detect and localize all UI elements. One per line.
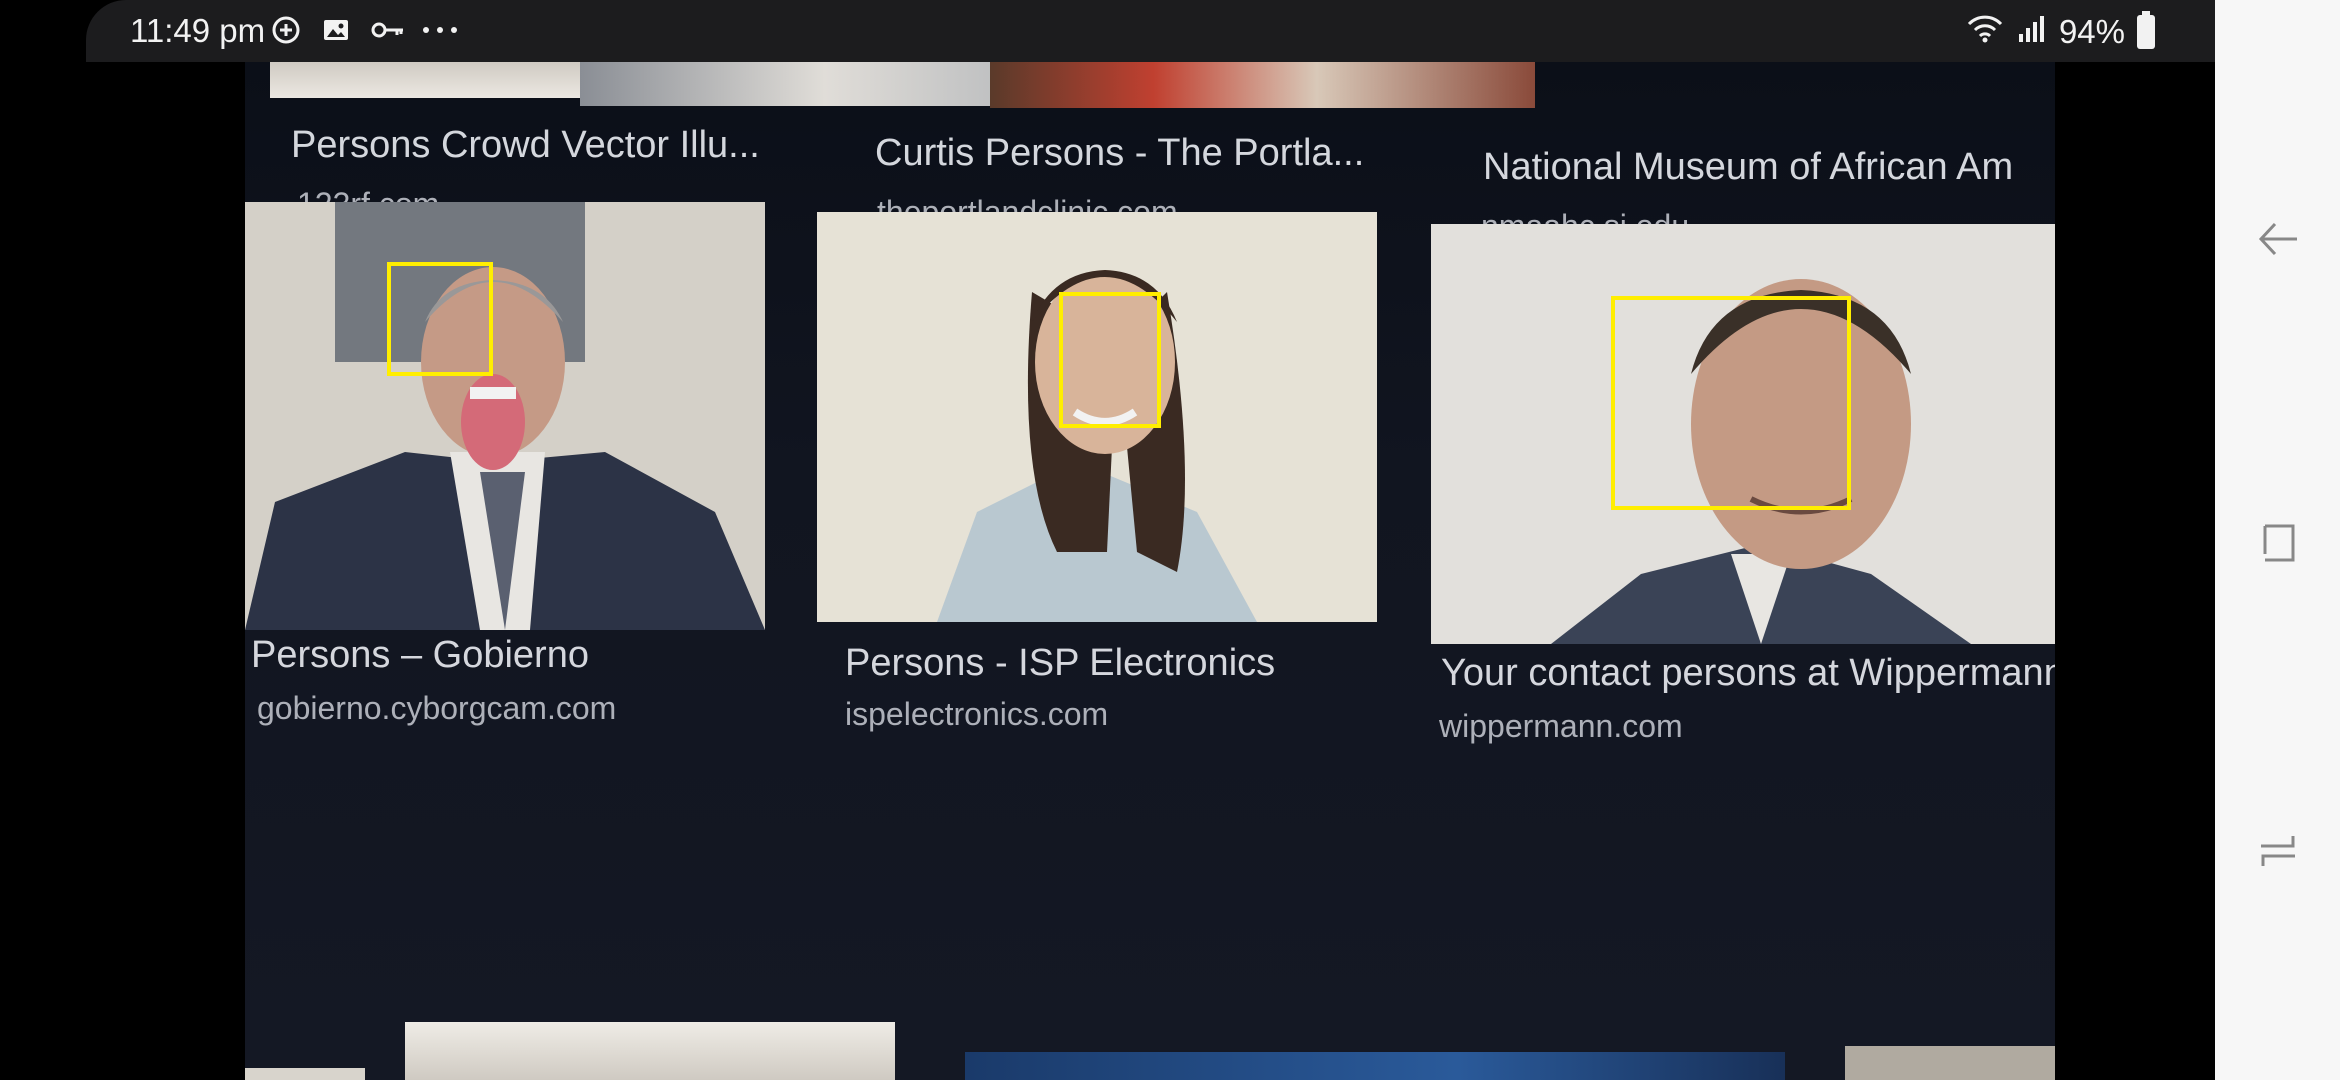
key-icon [370, 14, 403, 46]
man-photo-art [245, 202, 765, 630]
result-image-man-tongue[interactable] [245, 202, 765, 630]
face-detection-box [1611, 296, 1851, 510]
result-thumb-top-3[interactable] [990, 62, 1535, 108]
result-image-man-smiling[interactable] [1431, 224, 2055, 644]
result-title[interactable]: Your contact persons at Wippermann [1441, 652, 2055, 695]
result-title[interactable]: Persons – Gobierno [251, 634, 771, 677]
screen: 11:49 pm 94% Persons Crowd Vector Illu..… [0, 0, 2215, 1080]
result-title[interactable]: Persons Crowd Vector Illu... [291, 124, 791, 167]
image-icon [320, 14, 352, 46]
result-thumb-bottom-1[interactable] [245, 1068, 365, 1080]
result-thumb-bottom-4[interactable] [1845, 1046, 2055, 1080]
result-image-woman[interactable] [817, 212, 1377, 622]
wifi-icon [1965, 12, 2005, 52]
result-source: ispelectronics.com [845, 696, 1109, 732]
status-icons-left [270, 14, 457, 46]
add-circle-icon [270, 14, 302, 46]
result-title[interactable]: Persons - ISP Electronics [845, 642, 1405, 685]
navigation-bar [2215, 0, 2340, 1080]
result-title[interactable]: Curtis Persons - The Portla... [875, 132, 1415, 175]
signal-icon [2017, 12, 2047, 52]
battery-percent: 94% [2058, 13, 2125, 50]
status-bar: 11:49 pm 94% [86, 0, 2215, 62]
search-results-photo: Persons Crowd Vector Illu... 123rf.com C… [245, 62, 2055, 1080]
status-time: 11:49 pm [130, 12, 266, 49]
home-icon[interactable] [2253, 826, 2303, 876]
result-title[interactable]: National Museum of African Am [1483, 146, 2055, 189]
face-detection-box [1059, 292, 1161, 428]
result-source: wippermann.com [1439, 708, 1683, 744]
recents-icon[interactable] [2253, 518, 2303, 568]
face-detection-box [387, 262, 493, 376]
status-right: 94% [1965, 11, 2155, 52]
result-thumb-bottom-3[interactable] [965, 1052, 1785, 1080]
result-source: gobierno.cyborgcam.com [257, 690, 617, 726]
back-icon[interactable] [2253, 214, 2303, 264]
more-dots-icon [420, 14, 457, 46]
battery-icon [2137, 11, 2155, 49]
result-thumb-bottom-2[interactable] [405, 1022, 895, 1080]
